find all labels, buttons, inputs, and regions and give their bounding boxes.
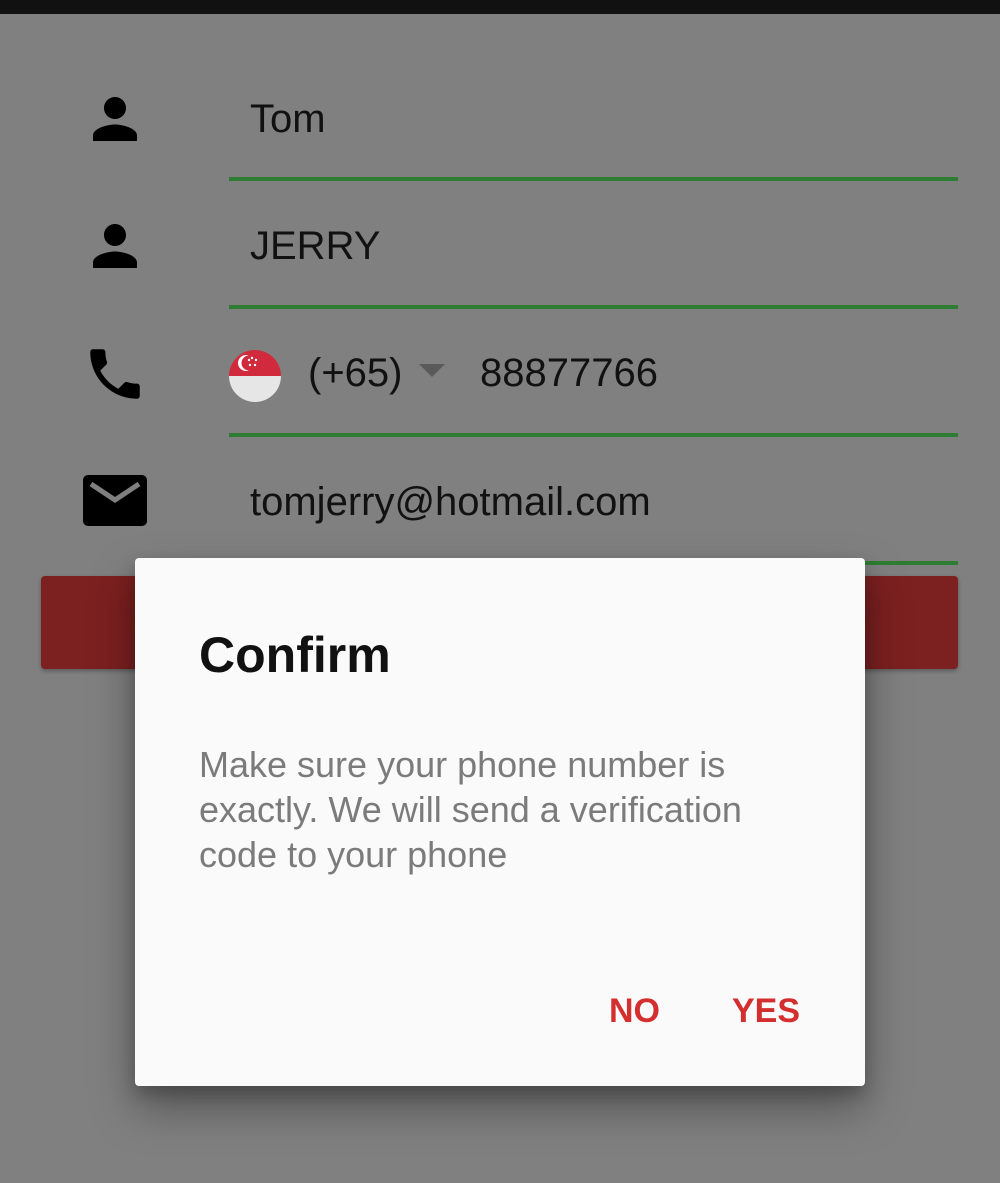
email-field[interactable]: tomjerry@hotmail.com (250, 482, 651, 522)
last-name-row: JERRY (0, 184, 1000, 312)
email-icon (82, 469, 148, 535)
last-name-underline (229, 305, 958, 309)
no-button[interactable]: NO (609, 994, 660, 1028)
country-code-selector[interactable]: (+65) (308, 353, 403, 393)
person-icon (82, 213, 148, 279)
first-name-field[interactable]: Tom (250, 99, 326, 139)
phone-icon (82, 341, 148, 407)
first-name-underline (229, 177, 958, 181)
caret-down-icon[interactable] (419, 364, 445, 378)
person-icon (82, 86, 148, 152)
last-name-field[interactable]: JERRY (250, 226, 380, 266)
dialog-message: Make sure your phone number is exactly. … (199, 744, 742, 875)
phone-number-field[interactable]: 88877766 (480, 353, 658, 393)
singapore-flag-icon[interactable] (229, 350, 281, 402)
yes-button[interactable]: YES (732, 994, 800, 1028)
first-name-row: Tom (0, 56, 1000, 184)
phone-underline (229, 433, 958, 437)
dialog-title: Confirm (199, 627, 391, 683)
confirm-dialog: Confirm Make sure your phone number is e… (135, 558, 865, 1086)
status-bar (0, 0, 1000, 14)
